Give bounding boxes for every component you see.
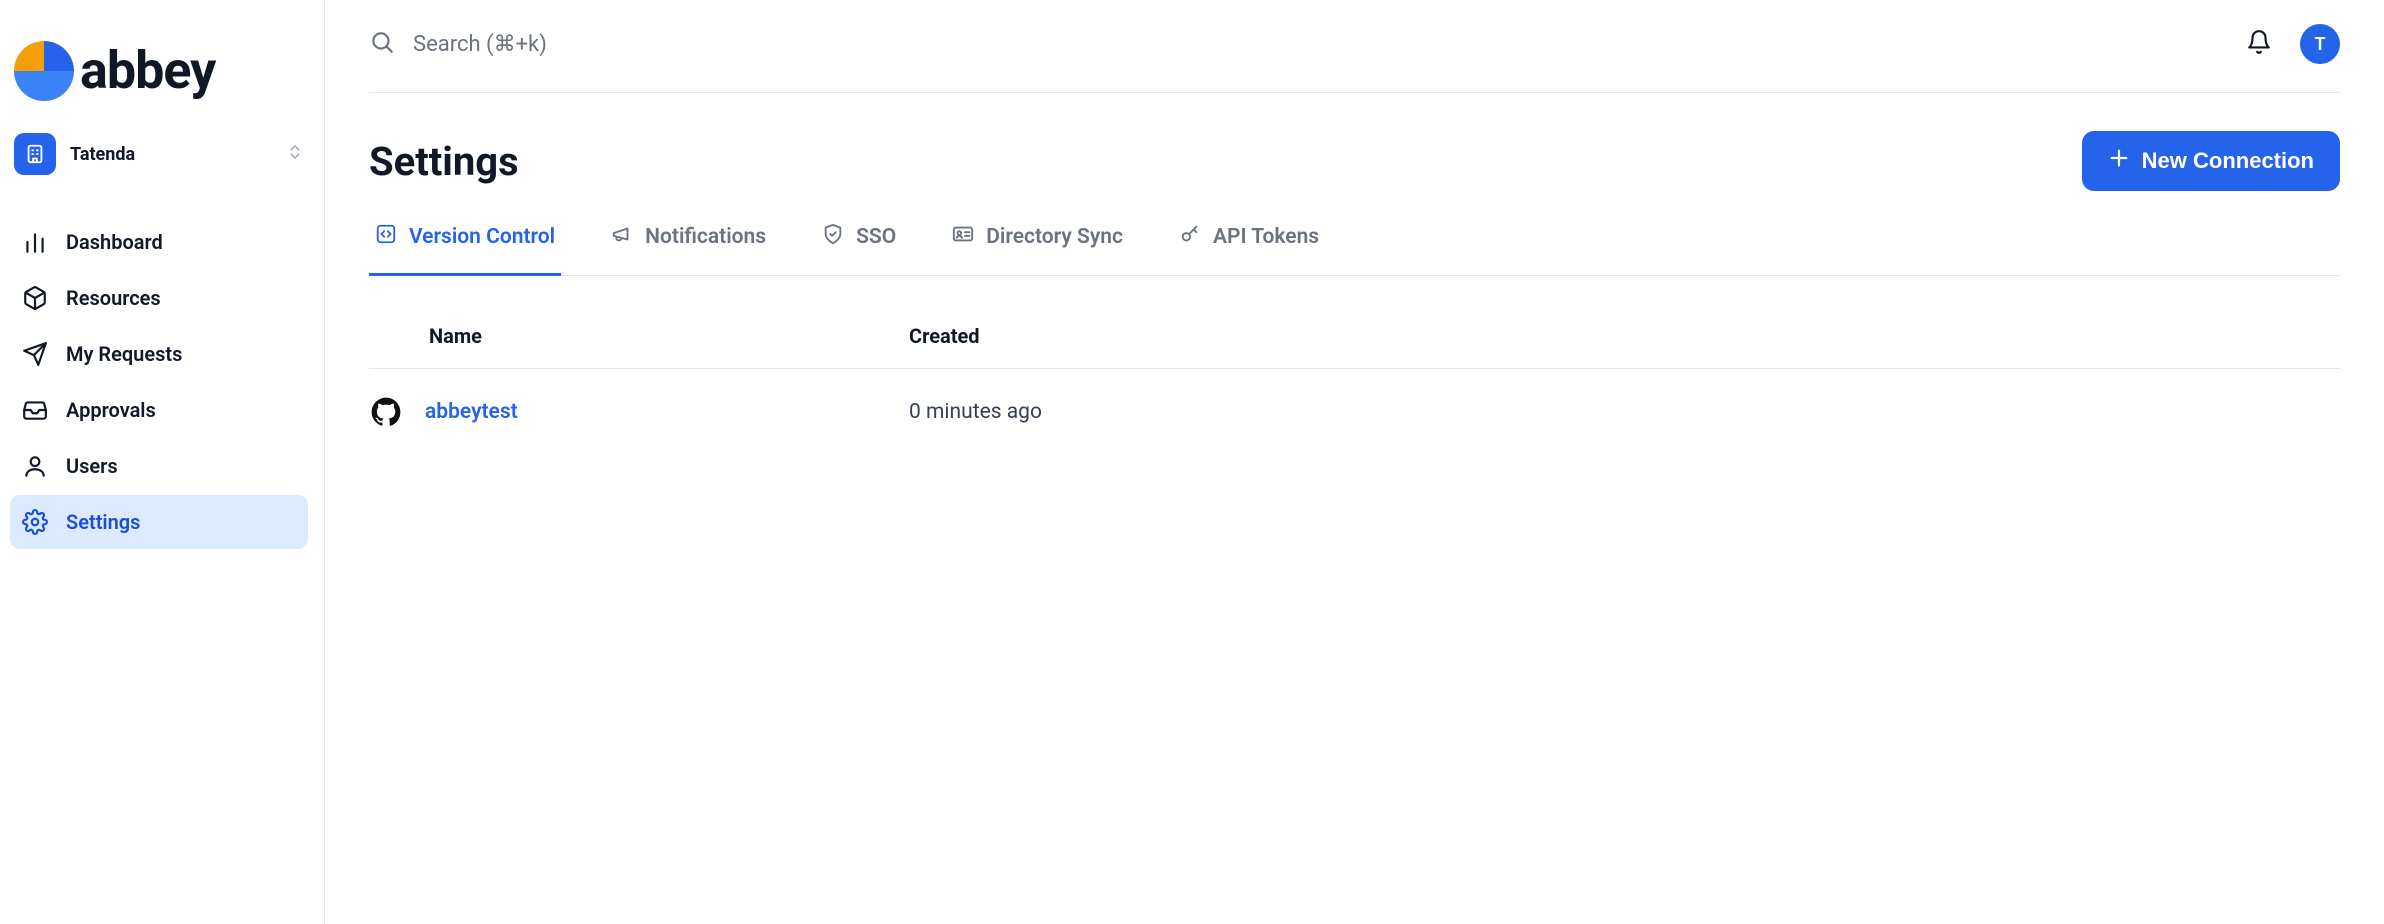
send-icon — [22, 341, 48, 367]
page-header: Settings New Connection — [369, 93, 2340, 219]
id-card-icon — [952, 223, 974, 251]
settings-tabs: Version Control Notifications SSO — [369, 219, 2340, 276]
tab-label: SSO — [856, 225, 896, 249]
sidebar-item-users[interactable]: Users — [10, 439, 308, 493]
user-avatar[interactable]: T — [2300, 24, 2340, 64]
tab-label: Version Control — [409, 225, 555, 249]
new-connection-button[interactable]: New Connection — [2082, 131, 2340, 191]
gear-icon — [22, 509, 48, 535]
topbar: Search (⌘+k) T — [369, 0, 2340, 93]
column-header-created: Created — [909, 324, 2340, 348]
sidebar-item-label: Approvals — [66, 398, 156, 422]
page-title: Settings — [369, 138, 519, 185]
key-icon — [1179, 223, 1201, 251]
org-switcher[interactable]: Tatenda — [10, 129, 308, 179]
sidebar: abbey Tatenda — [0, 0, 325, 924]
tab-notifications[interactable]: Notifications — [605, 219, 772, 276]
megaphone-icon — [611, 223, 633, 251]
shield-check-icon — [822, 223, 844, 251]
github-icon — [369, 395, 403, 429]
tab-label: API Tokens — [1213, 225, 1319, 249]
building-icon — [14, 133, 56, 175]
connection-created: 0 minutes ago — [909, 400, 1042, 424]
sidebar-item-label: Resources — [66, 286, 161, 310]
abbey-logo-icon — [14, 41, 74, 101]
notifications-button[interactable] — [2240, 25, 2278, 63]
search-placeholder: Search (⌘+k) — [413, 32, 547, 57]
main-content: Search (⌘+k) T Settings — [325, 0, 2384, 924]
sidebar-item-label: Settings — [66, 510, 140, 534]
tab-sso[interactable]: SSO — [816, 219, 902, 276]
table-row: abbeytest 0 minutes ago — [369, 369, 2340, 455]
sidebar-item-settings[interactable]: Settings — [10, 495, 308, 549]
connections-table: Name Created abbeytest 0 minutes ago — [369, 324, 2340, 455]
connection-name-link[interactable]: abbeytest — [425, 400, 518, 424]
search-input[interactable]: Search (⌘+k) — [369, 29, 2218, 59]
tab-label: Notifications — [645, 225, 766, 249]
sidebar-item-approvals[interactable]: Approvals — [10, 383, 308, 437]
plus-icon — [2108, 147, 2130, 175]
bell-icon — [2246, 29, 2272, 59]
sidebar-item-dashboard[interactable]: Dashboard — [10, 215, 308, 269]
column-header-name: Name — [369, 324, 909, 348]
user-icon — [22, 453, 48, 479]
sidebar-item-label: My Requests — [66, 342, 182, 366]
code-square-icon — [375, 223, 397, 251]
search-icon — [369, 29, 395, 59]
tab-directory-sync[interactable]: Directory Sync — [946, 219, 1129, 276]
logo: abbey — [10, 20, 308, 129]
tab-label: Directory Sync — [986, 225, 1123, 249]
new-connection-label: New Connection — [2142, 148, 2314, 174]
bar-chart-icon — [22, 229, 48, 255]
sidebar-item-label: Users — [66, 454, 118, 478]
inbox-icon — [22, 397, 48, 423]
sidebar-item-my-requests[interactable]: My Requests — [10, 327, 308, 381]
box-icon — [22, 285, 48, 311]
sidebar-item-label: Dashboard — [66, 230, 163, 254]
tab-version-control[interactable]: Version Control — [369, 219, 561, 276]
chevron-up-down-icon — [286, 141, 304, 167]
org-name: Tatenda — [70, 144, 272, 165]
avatar-initial: T — [2314, 34, 2325, 55]
sidebar-item-resources[interactable]: Resources — [10, 271, 308, 325]
tab-api-tokens[interactable]: API Tokens — [1173, 219, 1325, 276]
table-header-row: Name Created — [369, 324, 2340, 369]
sidebar-nav: Dashboard Resources My Requests — [10, 215, 308, 549]
brand-name: abbey — [80, 40, 215, 101]
